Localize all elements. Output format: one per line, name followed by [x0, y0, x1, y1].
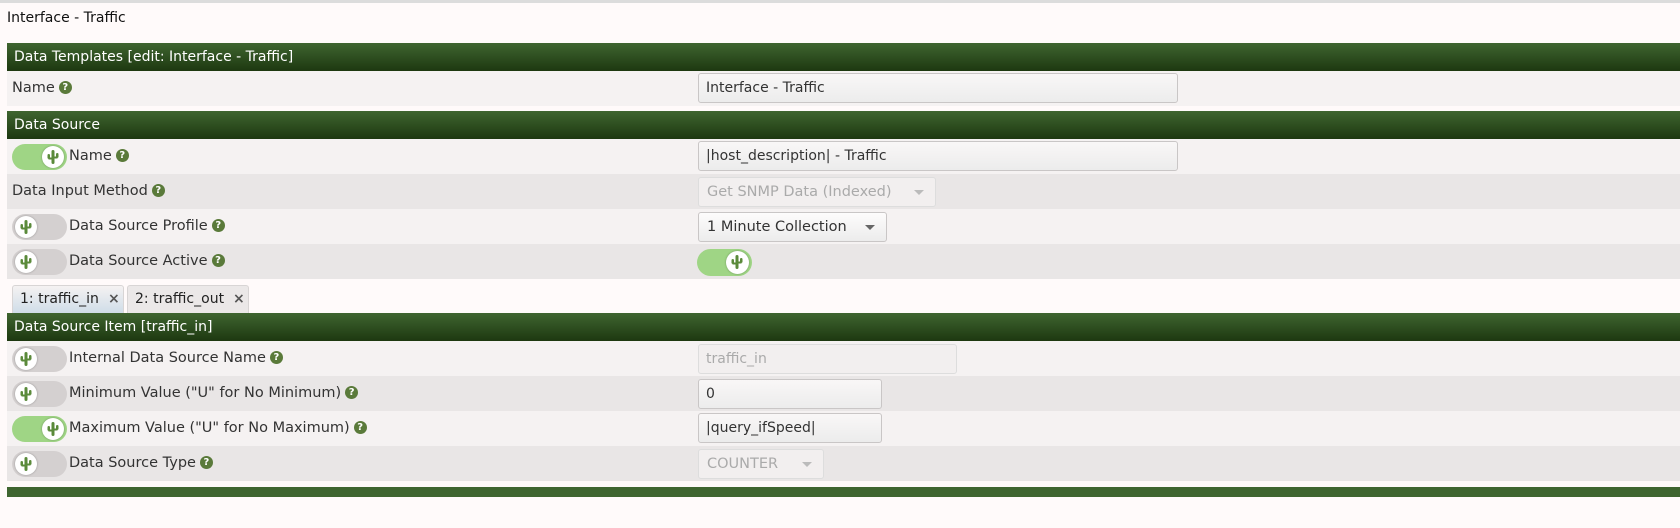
- cactus-icon: [20, 352, 32, 366]
- help-icon[interactable]: ?: [151, 183, 165, 197]
- help-icon[interactable]: ?: [211, 253, 225, 267]
- toggle-knob: [42, 146, 64, 168]
- ds-active-label: Data Source Active?: [69, 244, 225, 279]
- tab-traffic-in[interactable]: 1: traffic_in ×: [12, 285, 124, 313]
- ds-name-label: Name?: [69, 139, 129, 174]
- ds-profile-select[interactable]: 1 Minute Collection: [698, 212, 887, 242]
- cactus-icon: [47, 150, 59, 164]
- max-value-label: Maximum Value ("U" for No Maximum)?: [69, 411, 367, 446]
- template-name-label: Name?: [12, 71, 72, 106]
- internal-name-row: Internal Data Source Name? traffic_in: [7, 341, 1680, 376]
- ds-name-override-toggle[interactable]: [12, 144, 67, 170]
- internal-name-input: traffic_in: [698, 344, 957, 374]
- chevron-down-icon: [914, 190, 924, 195]
- cactus-icon: [20, 457, 32, 471]
- ds-type-row: Data Source Type? COUNTER: [7, 446, 1680, 481]
- cactus-icon: [20, 220, 32, 234]
- toggle-knob: [15, 216, 37, 238]
- internal-name-label: Internal Data Source Name?: [69, 341, 283, 376]
- chevron-down-icon: [865, 225, 875, 230]
- cactus-icon: [47, 422, 59, 436]
- max-value-row: Maximum Value ("U" for No Maximum)? |que…: [7, 411, 1680, 446]
- toggle-knob: [15, 348, 37, 370]
- ds-input-method-label: Data Input Method?: [12, 174, 165, 209]
- cactus-icon: [20, 387, 32, 401]
- help-icon[interactable]: ?: [199, 455, 213, 469]
- ds-name-input[interactable]: |host_description| - Traffic: [698, 141, 1178, 171]
- internal-name-override-toggle[interactable]: [12, 346, 67, 372]
- toggle-knob: [15, 453, 37, 475]
- min-value-label: Minimum Value ("U" for No Minimum)?: [69, 376, 359, 411]
- ds-input-method-row: Data Input Method? Get SNMP Data (Indexe…: [7, 174, 1680, 209]
- ds-type-override-toggle[interactable]: [12, 451, 67, 477]
- ds-input-method-select: Get SNMP Data (Indexed): [698, 177, 936, 207]
- page-title: Interface - Traffic: [7, 10, 126, 26]
- toggle-knob: [42, 418, 64, 440]
- help-icon[interactable]: ?: [269, 350, 283, 364]
- ds-type-label: Data Source Type?: [69, 446, 213, 481]
- toggle-knob: [15, 251, 37, 273]
- tab-traffic-out[interactable]: 2: traffic_out ×: [127, 285, 249, 313]
- toggle-knob: [15, 383, 37, 405]
- close-icon[interactable]: ×: [233, 286, 245, 312]
- help-icon[interactable]: ?: [58, 80, 72, 94]
- toggle-knob: [726, 251, 749, 274]
- template-header: Data Templates [edit: Interface - Traffi…: [7, 43, 1680, 71]
- ds-active-row: Data Source Active?: [7, 244, 1680, 279]
- section-header-next: [7, 487, 1680, 497]
- chevron-down-icon: [802, 462, 812, 467]
- template-name-input[interactable]: Interface - Traffic: [698, 73, 1178, 103]
- min-value-override-toggle[interactable]: [12, 381, 67, 407]
- ds-name-row: Name? |host_description| - Traffic: [7, 139, 1680, 174]
- help-icon[interactable]: ?: [115, 148, 129, 162]
- template-name-row: Name? Interface - Traffic: [7, 71, 1680, 106]
- item-header: Data Source Item [traffic_in]: [7, 313, 1680, 341]
- ds-profile-label: Data Source Profile?: [69, 209, 225, 244]
- max-value-input[interactable]: |query_ifSpeed|: [698, 413, 882, 443]
- ds-type-select: COUNTER: [698, 449, 824, 479]
- ds-active-toggle[interactable]: [697, 249, 752, 276]
- help-icon[interactable]: ?: [353, 420, 367, 434]
- cactus-icon: [731, 255, 743, 269]
- min-value-input[interactable]: 0: [698, 379, 882, 409]
- close-icon[interactable]: ×: [108, 286, 120, 312]
- ds-profile-row: Data Source Profile? 1 Minute Collection: [7, 209, 1680, 244]
- cactus-icon: [20, 255, 32, 269]
- data-source-header: Data Source: [7, 111, 1680, 139]
- min-value-row: Minimum Value ("U" for No Minimum)? 0: [7, 376, 1680, 411]
- ds-active-override-toggle[interactable]: [12, 249, 67, 275]
- help-icon[interactable]: ?: [345, 385, 359, 399]
- max-value-override-toggle[interactable]: [12, 416, 67, 442]
- top-border: [0, 0, 1680, 3]
- ds-profile-override-toggle[interactable]: [12, 214, 67, 240]
- help-icon[interactable]: ?: [211, 218, 225, 232]
